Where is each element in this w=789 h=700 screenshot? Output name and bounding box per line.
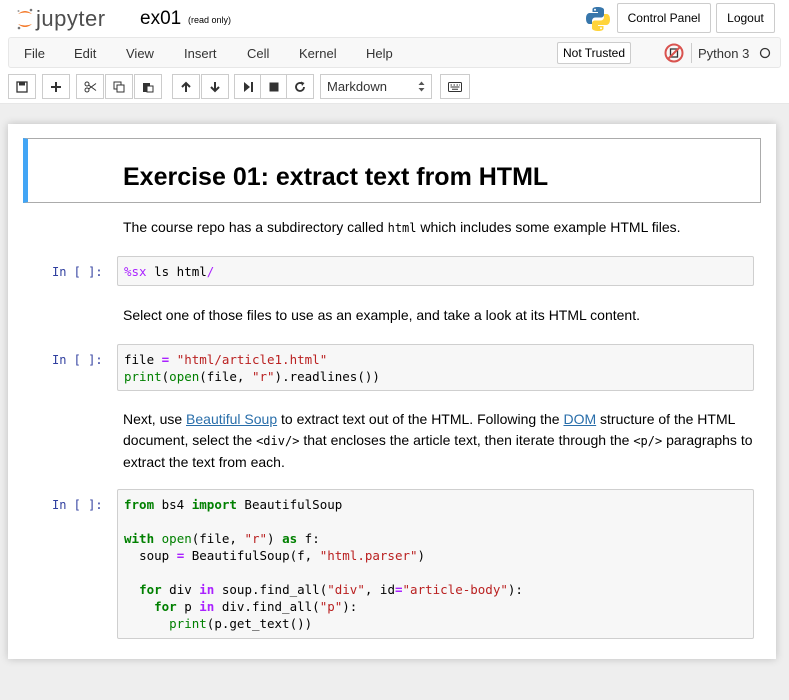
notebook-container: Exercise 01: extract text from HTML The … [8, 124, 776, 659]
copy-icon [113, 81, 125, 92]
arrow-down-icon [210, 81, 220, 92]
header: jupyter ex01 (read only) Control Panel L… [0, 0, 789, 104]
menu-file[interactable]: File [24, 46, 45, 61]
control-panel-button[interactable]: Control Panel [617, 3, 711, 33]
menu-help[interactable]: Help [366, 46, 393, 61]
arrow-up-icon [181, 81, 191, 92]
code-cell-2[interactable]: file = "html/article1.html" print(open(f… [117, 344, 754, 391]
select-arrows-icon [418, 81, 425, 92]
md1-post: which includes some example HTML files. [416, 219, 681, 235]
cell-type-value: Markdown [327, 79, 387, 94]
kernel-name: Python 3 [698, 46, 750, 61]
save-icon [16, 80, 28, 93]
command-palette-button[interactable] [440, 74, 470, 99]
cut-icon [84, 81, 96, 92]
not-trusted-button[interactable]: Not Trusted [557, 42, 631, 64]
menu-edit[interactable]: Edit [74, 46, 96, 61]
python-logo-icon [584, 5, 612, 38]
restart-button[interactable] [286, 74, 314, 99]
menu-view[interactable]: View [126, 46, 154, 61]
logo-text: jupyter [36, 6, 106, 31]
menu-cell[interactable]: Cell [247, 46, 269, 61]
step-forward-icon [244, 81, 253, 92]
code-cell-3[interactable]: from bs4 import BeautifulSoup with open(… [117, 489, 754, 639]
markdown-cell-3[interactable]: Next, use Beautiful Soup to extract text… [123, 409, 753, 473]
plus-icon [51, 81, 61, 92]
kernel-idle-indicator-icon [759, 47, 771, 59]
markdown-cell-2[interactable]: Select one of those files to use as an e… [123, 305, 753, 326]
insert-cell-button[interactable] [42, 74, 70, 99]
paste-icon [143, 82, 154, 92]
cut-button[interactable] [76, 74, 104, 99]
menu-insert[interactable]: Insert [184, 46, 217, 61]
interrupt-button[interactable] [260, 74, 288, 99]
dom-link[interactable]: DOM [563, 411, 596, 427]
menubar: File Edit View Insert Cell Kernel Help N… [8, 37, 781, 68]
md1-code: html [387, 221, 417, 235]
code1-rest: ls html [146, 264, 207, 279]
keyboard-icon [448, 81, 462, 92]
code1-slash: / [206, 264, 215, 279]
jupyter-logo-icon [17, 8, 33, 30]
copy-button[interactable] [105, 74, 133, 99]
code-cell-1[interactable]: %sx ls html/ [117, 256, 754, 286]
selected-markdown-cell[interactable]: Exercise 01: extract text from HTML [23, 138, 761, 203]
menu-kernel[interactable]: Kernel [299, 46, 337, 61]
save-button[interactable] [8, 74, 36, 99]
stop-icon [269, 82, 279, 91]
read-only-label: (read only) [188, 15, 232, 25]
move-up-button[interactable] [172, 74, 200, 99]
md1-pre: The course repo has a subdirectory calle… [123, 219, 388, 235]
restart-icon [295, 81, 305, 92]
heading-text: Exercise 01: extract text from HTML [123, 163, 549, 191]
cell-prompt-3: In [ ]: [52, 498, 103, 512]
kernel-divider [691, 43, 692, 63]
run-button[interactable] [234, 74, 262, 99]
move-down-button[interactable] [201, 74, 229, 99]
cell-type-select[interactable]: Markdown [320, 74, 432, 99]
cell-prompt-2: In [ ]: [52, 353, 103, 367]
kernel-no-connection-icon [664, 43, 684, 63]
cell-prompt-1: In [ ]: [52, 265, 103, 279]
notebook-name[interactable]: ex01 [140, 8, 181, 30]
markdown-cell-1[interactable]: The course repo has a subdirectory calle… [123, 217, 753, 239]
code1-magic: %sx [124, 264, 147, 279]
paste-button[interactable] [134, 74, 162, 99]
beautiful-soup-link[interactable]: Beautiful Soup [186, 411, 277, 427]
jupyter-logo[interactable]: jupyter [16, 5, 106, 33]
logout-button[interactable]: Logout [716, 3, 775, 33]
